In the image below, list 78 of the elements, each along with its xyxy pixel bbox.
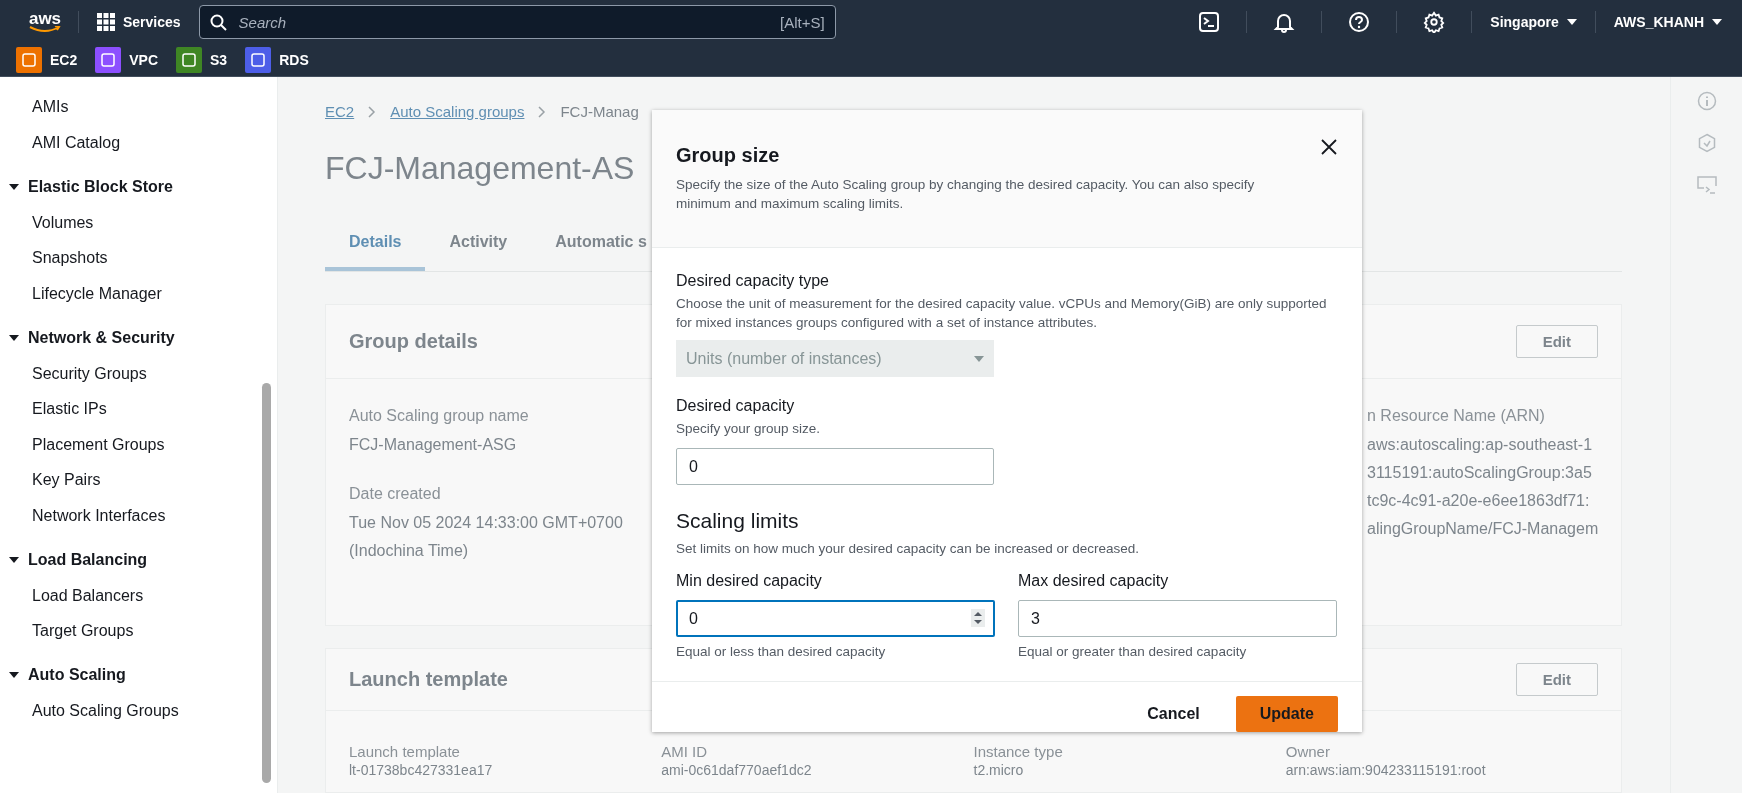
sidebar-section-header[interactable]: Load Balancing — [0, 542, 148, 578]
search-field[interactable]: Search [Alt+S] — [198, 5, 836, 39]
sidebar-section-header[interactable]: Auto Scaling — [0, 657, 126, 693]
field-label: Min desired capacity — [676, 572, 822, 590]
field-hint: Equal or greater than desired capacity — [1018, 644, 1247, 659]
sidebar-link[interactable]: Target Groups — [32, 613, 134, 649]
field-value: ami-0c61daf770aef1dc2 — [661, 762, 812, 778]
sidebar-link[interactable]: Elastic IPs — [32, 391, 107, 427]
sidebar-link[interactable]: Key Pairs — [32, 462, 101, 498]
field-label: Owner — [1285, 743, 1330, 760]
field-label: Date created — [349, 485, 441, 503]
favorite-service-link[interactable]: EC2 — [16, 47, 78, 73]
field-description: Choose the unit of measurement for the desired capacity value. vCPUs and Memory(GiB) are only supported for mixed instances groups configured with a set of instance attributes. — [676, 295, 1328, 332]
field-hint: Equal or less than desired capacity — [676, 644, 886, 659]
section-title: Scaling limits — [676, 509, 799, 533]
capacity-input[interactable]: 0 — [676, 600, 995, 637]
close-icon[interactable] — [1320, 138, 1338, 156]
dialog-description: Specify the size of the Auto Scaling group by changing the desired capacity. You can also specify minimum and maximum scaling limits. — [676, 176, 1256, 213]
chevron-icon — [538, 105, 547, 118]
services-button[interactable]: Services — [93, 9, 185, 35]
field-label: Desired capacity — [676, 397, 795, 415]
favorite-service-link[interactable]: RDS — [245, 47, 309, 73]
field-label: Max desired capacity — [1018, 572, 1169, 590]
shortcut-hint: [Alt+S] — [780, 13, 825, 31]
sidebar-link[interactable]: Network Interfaces — [32, 497, 166, 533]
caret-icon — [974, 354, 984, 363]
field-value: arn:aws:iam:904233115191:root — [1285, 762, 1486, 778]
aws-logo[interactable]: aws — [26, 11, 64, 33]
caret-icon — [1712, 18, 1722, 26]
section-description: Set limits on how much your desired capacity can be increased or decreased. — [676, 540, 1139, 558]
sidebar-link[interactable]: Placement Groups — [32, 426, 165, 462]
breadcrumb-link[interactable]: FCJ-Manag — [560, 103, 639, 120]
search-input[interactable]: Search — [236, 12, 770, 32]
field-label: Desired capacity type — [676, 272, 829, 290]
sidebar-section-header[interactable]: Elastic Block Store — [0, 169, 173, 205]
caret-icon — [1566, 18, 1577, 26]
scrollbar[interactable] — [262, 383, 271, 783]
arn-text: alingGroupName/FCJ-Managem — [1367, 519, 1599, 539]
sidebar-link[interactable]: Lifecycle Manager — [32, 275, 162, 311]
field-value: lt-01738bc427331ea17 — [349, 762, 493, 778]
arn-text: 3115191:autoScalingGroup:3a5 — [1367, 463, 1592, 483]
region-menu[interactable]: Singapore — [1486, 10, 1581, 34]
sidebar-link[interactable]: AMI Catalog — [32, 124, 121, 160]
field-description: Specify your group size. — [676, 420, 821, 438]
sidebar-link[interactable]: Security Groups — [32, 355, 147, 391]
field-label: Instance type — [973, 743, 1063, 760]
sidebar-section-header[interactable]: Network & Security — [0, 320, 175, 356]
update-button[interactable]: Update — [1235, 696, 1338, 732]
card-title: Group details — [349, 330, 478, 353]
capacity-input[interactable]: 3 — [1018, 600, 1337, 637]
edit-button[interactable]: Edit — [1515, 325, 1598, 358]
search-icon — [209, 13, 227, 31]
cancel-button[interactable]: Cancel — [1131, 697, 1216, 731]
account-menu[interactable]: AWS_KHANH — [1609, 10, 1726, 34]
sidebar-link[interactable]: Volumes — [32, 204, 94, 240]
sidebar-link[interactable]: Auto Scaling Groups — [32, 693, 179, 729]
field-label: Auto Scaling group name — [349, 407, 529, 425]
arn-text: aws:autoscaling:ap-southeast-1 — [1367, 435, 1593, 455]
grid-icon — [97, 13, 115, 31]
edit-button[interactable]: Edit — [1515, 663, 1598, 696]
favorite-service-link[interactable]: VPC — [95, 47, 159, 73]
spinner-icon[interactable] — [971, 609, 985, 627]
page-title: FCJ-Management-AS — [325, 150, 635, 187]
field-value: FCJ-Management-ASG — [349, 435, 517, 455]
chevron-icon — [368, 105, 377, 118]
card-title: Launch template — [349, 668, 508, 691]
sidebar-link[interactable]: AMIs — [32, 89, 69, 125]
dialog-title: Group size — [676, 144, 780, 167]
field-label: n Resource Name (ARN) — [1367, 407, 1545, 425]
sidebar-link[interactable]: Load Balancers — [32, 577, 144, 613]
field-value: t2.micro — [973, 762, 1024, 778]
sidebar-link[interactable]: Snapshots — [32, 240, 108, 276]
arn-text: tc9c-4c91-a20e-e6ee1863df71: — [1367, 491, 1590, 511]
field-value: Tue Nov 05 2024 14:33:00 GMT+0700 (Indochina Time) — [349, 513, 624, 561]
field-label: Launch template — [349, 743, 460, 760]
favorite-service-link[interactable]: S3 — [176, 47, 228, 73]
desired-capacity-input[interactable]: 0 — [676, 448, 994, 485]
field-label: AMI ID — [661, 743, 708, 760]
